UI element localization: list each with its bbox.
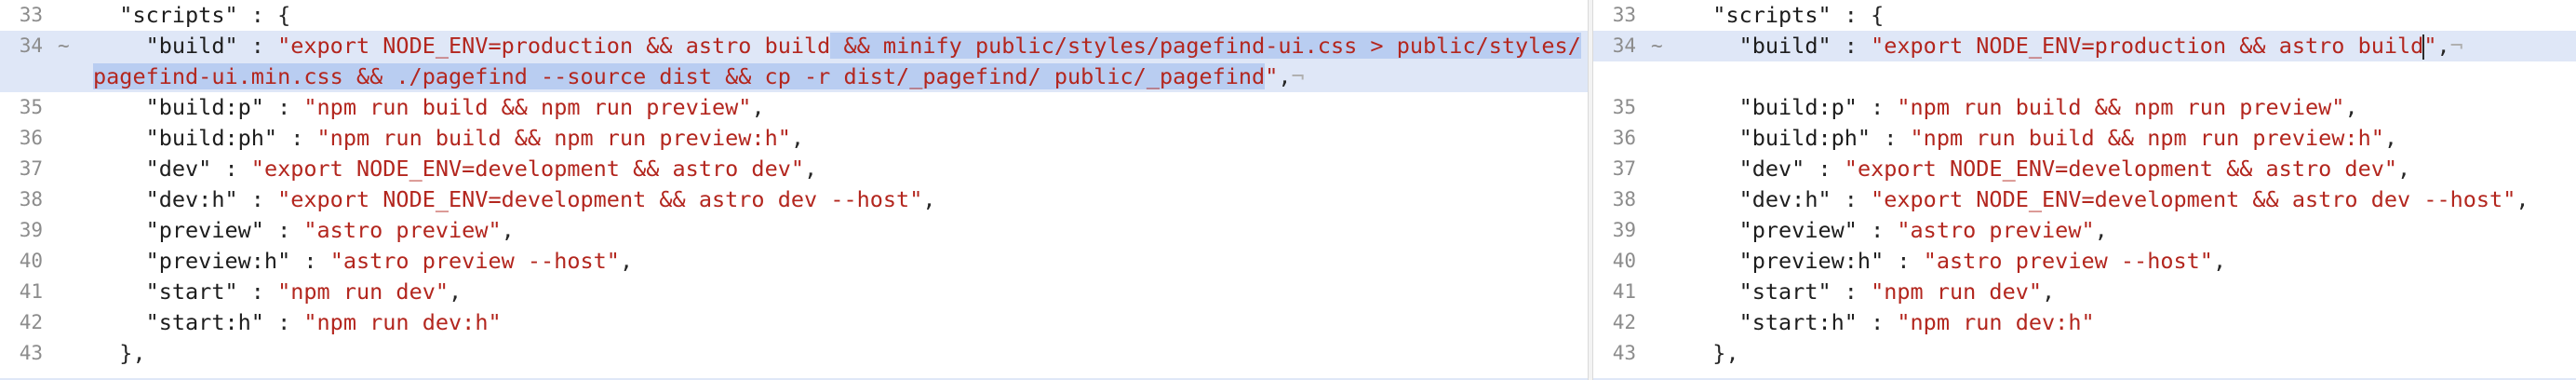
json-string-value: "npm run build && npm run preview"	[303, 94, 752, 120]
json-key: "start"	[1738, 278, 1831, 305]
json-key: "dev:h"	[1738, 186, 1831, 212]
json-key: "dev"	[145, 156, 212, 182]
changed-code-line[interactable]: 34 ~ "build" : "export NODE_ENV=producti…	[0, 31, 1588, 92]
code-line[interactable]: 33 "scripts" : {	[0, 0, 1588, 31]
json-string-value: "npm run dev:h"	[303, 309, 502, 335]
json-key: "scripts"	[119, 2, 238, 28]
json-key: "scripts"	[1712, 2, 1831, 28]
json-key: "build:p"	[1738, 94, 1858, 120]
change-marker-icon: ~	[58, 34, 70, 57]
json-string-value: "export NODE_ENV=development && astro de…	[250, 156, 805, 182]
json-key: "preview:h"	[1738, 248, 1885, 274]
code-line[interactable]: 39 "preview" : "astro preview",	[1593, 215, 2576, 246]
line-number: 33	[19, 4, 43, 26]
code-line[interactable]: 37 "dev" : "export NODE_ENV=development …	[1593, 154, 2576, 184]
line-end-marker: ¬	[2449, 33, 2463, 59]
code-line[interactable]: 43 },	[0, 338, 1588, 369]
line-number: 34	[19, 34, 43, 57]
line-number: 40	[1612, 250, 1636, 272]
json-string-value: "export NODE_ENV=development && astro de…	[277, 186, 923, 212]
code-line[interactable]: 36 "build:ph" : "npm run build && npm ru…	[1593, 123, 2576, 154]
diff-view: 33 "scripts" : { 34 ~ "build" : "export …	[0, 0, 2576, 380]
json-key: "preview"	[1738, 217, 1858, 243]
json-key: "build"	[145, 33, 238, 59]
code-line[interactable]: 39 "preview" : "astro preview",	[0, 215, 1588, 246]
json-string-value: "export NODE_ENV=development && astro de…	[1844, 156, 2398, 182]
line-number: 37	[1612, 157, 1636, 180]
json-string-value: "npm run build && npm run preview"	[1897, 94, 2345, 120]
json-string-value: "astro preview --host"	[329, 248, 620, 274]
json-key: "start:h"	[1738, 309, 1858, 335]
line-number: 33	[1612, 4, 1636, 26]
closing-brace: },	[1712, 340, 1739, 366]
json-string-value: "npm run dev:h"	[1897, 309, 2095, 335]
diff-added-text: && minify public/styles/pagefind-ui.css …	[830, 33, 1581, 59]
json-key: "build:ph"	[1738, 125, 1872, 151]
line-number: 35	[1612, 96, 1636, 118]
closing-brace: },	[119, 340, 146, 366]
json-string-value: "export NODE_ENV=production && astro bui…	[277, 33, 831, 59]
json-key: "preview"	[145, 217, 264, 243]
code-line[interactable]: 38 "dev:h" : "export NODE_ENV=developmen…	[0, 184, 1588, 215]
json-string-value: "npm run build && npm run preview:h"	[1910, 125, 2384, 151]
line-number: 35	[19, 96, 43, 118]
json-string-value: "astro preview"	[1897, 217, 2095, 243]
code-line[interactable]: 41 "start" : "npm run dev",	[1593, 277, 2576, 307]
line-number: 42	[19, 311, 43, 333]
line-number: 38	[19, 188, 43, 210]
code-line[interactable]: 40 "preview:h" : "astro preview --host",	[0, 246, 1588, 277]
line-number: 43	[19, 342, 43, 364]
json-key: "start:h"	[145, 309, 264, 335]
line-number: 34	[1612, 34, 1636, 57]
line-number: 42	[1612, 311, 1636, 333]
json-key: "build"	[1738, 33, 1831, 59]
line-end-marker: ¬	[1291, 63, 1305, 89]
json-string-value: "export NODE_ENV=development && astro de…	[1871, 186, 2516, 212]
code-line[interactable]: 38 "dev:h" : "export NODE_ENV=developmen…	[1593, 184, 2576, 215]
json-string-value: "npm run dev"	[277, 278, 449, 305]
json-key: "preview:h"	[145, 248, 291, 274]
json-key: "start"	[145, 278, 238, 305]
changed-code-line[interactable]: 34 ~ "build" : "export NODE_ENV=producti…	[1593, 31, 2576, 92]
code-line[interactable]: 37 "dev" : "export NODE_ENV=development …	[0, 154, 1588, 184]
json-string-value: "npm run build && npm run preview:h"	[316, 125, 791, 151]
json-string-value: "astro preview"	[303, 217, 502, 243]
line-number: 41	[1612, 280, 1636, 303]
line-number: 39	[19, 219, 43, 241]
code-line[interactable]: 43 },	[1593, 338, 2576, 369]
line-number: 43	[1612, 342, 1636, 364]
line-number: 40	[19, 250, 43, 272]
code-line[interactable]: 41 "start" : "npm run dev",	[0, 277, 1588, 307]
line-number: 39	[1612, 219, 1636, 241]
line-number: 36	[19, 127, 43, 149]
line-number: 37	[19, 157, 43, 180]
code-line[interactable]: 42 "start:h" : "npm run dev:h"	[0, 307, 1588, 338]
diff-added-text-continued: pagefind-ui.min.css && ./pagefind --sour…	[93, 63, 1266, 89]
code-line[interactable]: 33 "scripts" : {	[1593, 0, 2576, 31]
change-marker-icon: ~	[1651, 34, 1663, 57]
code-line[interactable]: 36 "build:ph" : "npm run build && npm ru…	[0, 123, 1588, 154]
code-line[interactable]: 35 "build:p" : "npm run build && npm run…	[1593, 92, 2576, 123]
json-key: "build:ph"	[145, 125, 278, 151]
json-key: "dev:h"	[145, 186, 238, 212]
line-number: 36	[1612, 127, 1636, 149]
json-key: "build:p"	[145, 94, 264, 120]
json-string-value: "astro preview --host"	[1923, 248, 2213, 274]
json-key: "dev"	[1738, 156, 1805, 182]
json-string-value: "export NODE_ENV=production && astro bui…	[1871, 33, 2424, 59]
code-line[interactable]: 40 "preview:h" : "astro preview --host",	[1593, 246, 2576, 277]
json-string-value: "npm run dev"	[1871, 278, 2043, 305]
code-line[interactable]: 35 "build:p" : "npm run build && npm run…	[0, 92, 1588, 123]
left-editor-pane[interactable]: 33 "scripts" : { 34 ~ "build" : "export …	[0, 0, 1588, 380]
line-number: 41	[19, 280, 43, 303]
code-line[interactable]: 42 "start:h" : "npm run dev:h"	[1593, 307, 2576, 338]
right-editor-pane[interactable]: 33 "scripts" : { 34 ~ "build" : "export …	[1593, 0, 2576, 380]
line-number: 38	[1612, 188, 1636, 210]
